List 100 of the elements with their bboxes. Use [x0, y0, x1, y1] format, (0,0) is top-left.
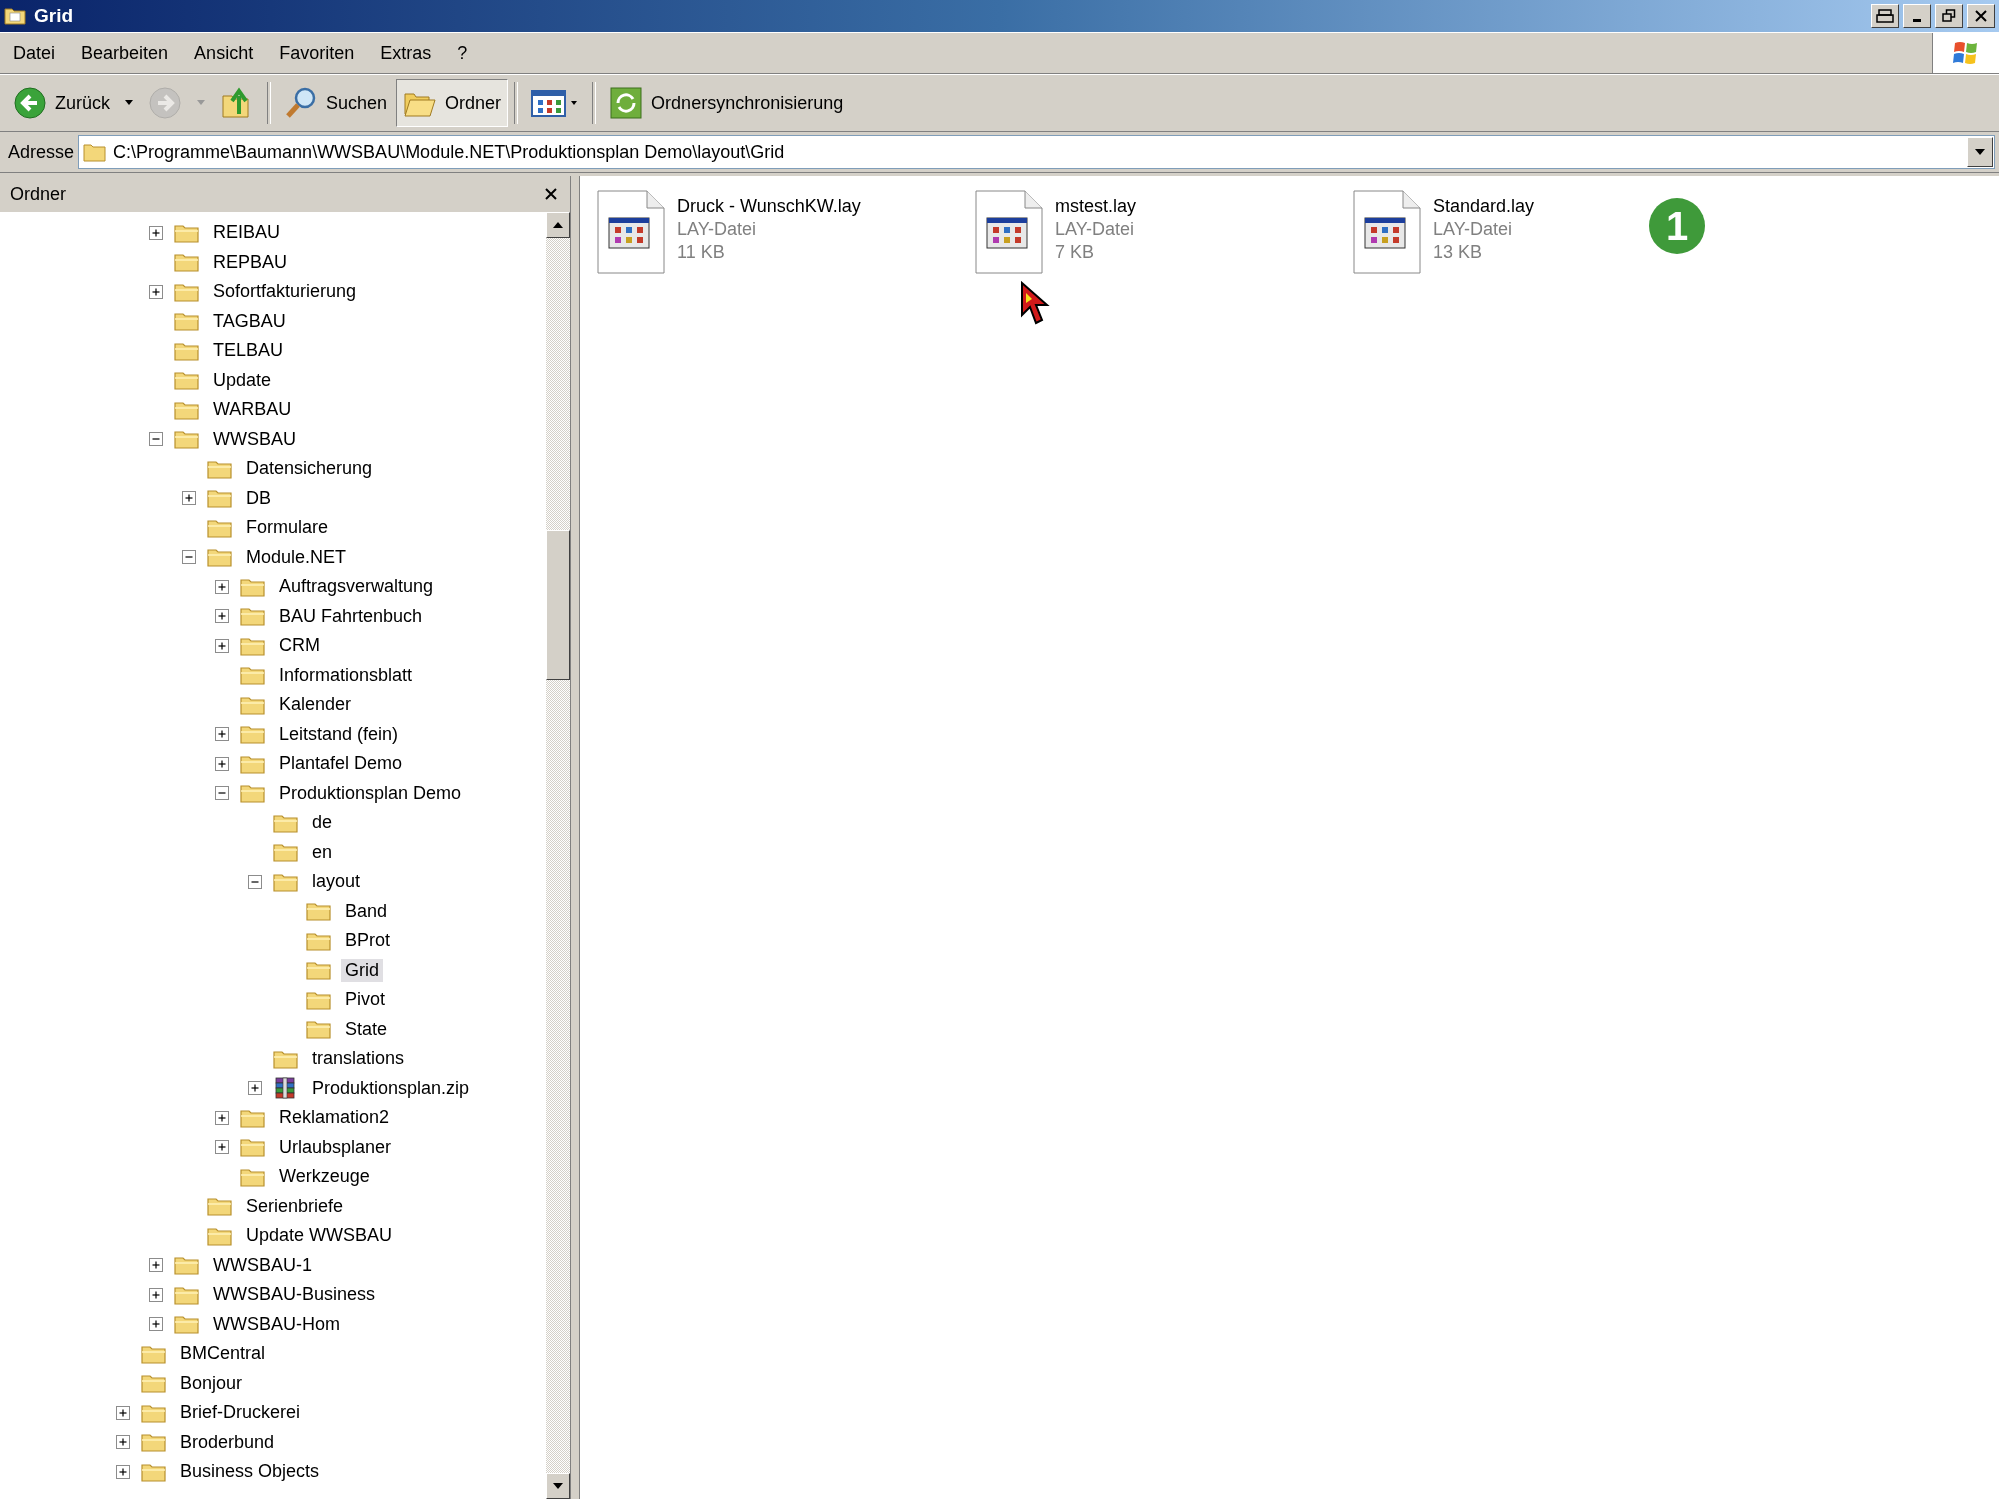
folder-icon	[240, 1166, 266, 1187]
folder-icon	[306, 989, 332, 1010]
tree-item[interactable]: WWSBAU-Hom	[209, 1312, 344, 1336]
tree-item[interactable]: Urlaubsplaner	[275, 1135, 396, 1159]
close-button[interactable]	[1967, 4, 1995, 28]
file-name[interactable]: mstest.lay	[1055, 196, 1137, 217]
expand-button[interactable]	[116, 1435, 130, 1450]
tree-item[interactable]: Reklamation2	[275, 1106, 394, 1130]
tree-item[interactable]: Band	[341, 899, 392, 923]
search-icon	[284, 86, 318, 120]
folder-icon	[174, 252, 200, 273]
expand-button[interactable]	[116, 1464, 130, 1479]
folder-icon	[207, 458, 233, 479]
sync-button[interactable]: Ordnersynchronisierung	[602, 79, 851, 127]
tree-item[interactable]: WWSBAU-Business	[209, 1283, 380, 1307]
menu-item[interactable]: Bearbeiten	[68, 42, 182, 64]
tree-item[interactable]: Update WWSBAU	[242, 1224, 397, 1248]
tree-item[interactable]: Leitstand (fein)	[275, 722, 403, 746]
file-name[interactable]: Druck - WunschKW.lay	[677, 196, 861, 217]
expand-button[interactable]	[149, 284, 163, 299]
document-icon[interactable]	[1353, 190, 1421, 274]
scroll-down-button[interactable]	[546, 1473, 570, 1499]
tree-item[interactable]: Plantafel Demo	[275, 752, 407, 776]
tree-item[interactable]: Pivot	[341, 988, 390, 1012]
expand-button[interactable]	[215, 1140, 229, 1155]
tree-item[interactable]: BProt	[341, 929, 395, 953]
tree-item[interactable]: BAU Fahrtenbuch	[275, 604, 427, 628]
tree-item[interactable]: WWSBAU	[209, 427, 300, 451]
tree-item[interactable]: REPBAU	[209, 250, 292, 274]
expand-button[interactable]	[116, 1405, 130, 1420]
scroll-up-button[interactable]	[546, 212, 570, 238]
tree-item[interactable]: BMCentral	[176, 1342, 270, 1366]
expand-button[interactable]	[182, 550, 196, 565]
expand-button[interactable]	[248, 1081, 262, 1096]
expand-button[interactable]	[149, 1287, 163, 1302]
expand-button[interactable]	[248, 874, 262, 889]
print-button[interactable]	[1871, 4, 1899, 28]
folder-icon	[174, 340, 200, 361]
tree-item[interactable]: TELBAU	[209, 339, 288, 363]
restore-button[interactable]	[1935, 4, 1963, 28]
document-icon[interactable]	[975, 190, 1043, 274]
tree-item[interactable]: Broderbund	[176, 1430, 279, 1454]
tree-item[interactable]: Module.NET	[242, 545, 351, 569]
tree-item[interactable]: Datensicherung	[242, 457, 377, 481]
tree-item[interactable]: REIBAU	[209, 221, 285, 245]
expand-button[interactable]	[182, 491, 196, 506]
scroll-thumb[interactable]	[546, 530, 570, 680]
folder-icon	[141, 1402, 167, 1423]
menu-item[interactable]: Datei	[0, 42, 69, 64]
expand-button[interactable]	[149, 225, 163, 240]
tree-item[interactable]: en	[308, 840, 337, 864]
tree-item[interactable]: de	[308, 811, 337, 835]
folders-button[interactable]: Ordner	[396, 79, 509, 127]
tree-item[interactable]: Informationsblatt	[275, 663, 417, 687]
tree-item[interactable]: Kalender	[275, 693, 356, 717]
back-button[interactable]: Zurück	[6, 79, 117, 127]
file-name[interactable]: Standard.lay	[1433, 196, 1535, 217]
expand-button[interactable]	[215, 1110, 229, 1125]
tree-item[interactable]: Produktionsplan.zip	[308, 1076, 474, 1100]
document-icon[interactable]	[597, 190, 665, 274]
menu-item[interactable]: ?	[444, 42, 481, 64]
folder-icon	[174, 399, 200, 420]
tree-item[interactable]: Produktionsplan Demo	[275, 781, 466, 805]
tree-item[interactable]: Werkzeuge	[275, 1165, 374, 1189]
tree-item[interactable]: layout	[308, 870, 365, 894]
expand-button[interactable]	[149, 432, 163, 447]
tree-item[interactable]: CRM	[275, 634, 324, 658]
scrollbar[interactable]	[546, 212, 570, 1499]
expand-button[interactable]	[149, 1258, 163, 1273]
tree-item[interactable]: Update	[209, 368, 276, 392]
tree-item[interactable]: Auftragsverwaltung	[275, 575, 438, 599]
tree-item[interactable]: Grid	[341, 958, 383, 982]
cursor-icon	[1020, 281, 1050, 327]
tree-item[interactable]: DB	[242, 486, 275, 510]
tree-item[interactable]: Business Objects	[176, 1460, 324, 1484]
expand-button[interactable]	[215, 579, 229, 594]
folder-icon	[240, 1137, 266, 1158]
tree-item[interactable]: Formulare	[242, 516, 333, 540]
menu-item[interactable]: Ansicht	[181, 42, 267, 64]
menu-item[interactable]: Favoriten	[266, 42, 368, 64]
tree-item[interactable]: Serienbriefe	[242, 1194, 348, 1218]
tree-item[interactable]: WARBAU	[209, 398, 296, 422]
expand-button[interactable]	[149, 1317, 163, 1332]
tree-item[interactable]: State	[341, 1017, 392, 1041]
expand-button[interactable]	[215, 756, 229, 771]
tree-item[interactable]: WWSBAU-1	[209, 1253, 316, 1277]
tree-item[interactable]: Sofortfakturierung	[209, 280, 361, 304]
address-field[interactable]: C:\Programme\Baumann\WWSBAU\Module.NET\Produktionsplan Demo\layout\Grid	[78, 135, 1995, 169]
tree-item[interactable]: translations	[308, 1047, 409, 1071]
expand-button[interactable]	[215, 638, 229, 653]
expand-button[interactable]	[215, 727, 229, 742]
search-button[interactable]: Suchen	[277, 79, 395, 127]
tree-item[interactable]: TAGBAU	[209, 309, 290, 333]
dropdown-button[interactable]	[1967, 137, 1993, 167]
expand-button[interactable]	[215, 609, 229, 624]
tree-item[interactable]: Brief-Druckerei	[176, 1401, 305, 1425]
tree-item[interactable]: Bonjour	[176, 1371, 247, 1395]
minimize-button[interactable]	[1903, 4, 1931, 28]
expand-button[interactable]	[215, 786, 229, 801]
menu-item[interactable]: Extras	[367, 42, 445, 64]
